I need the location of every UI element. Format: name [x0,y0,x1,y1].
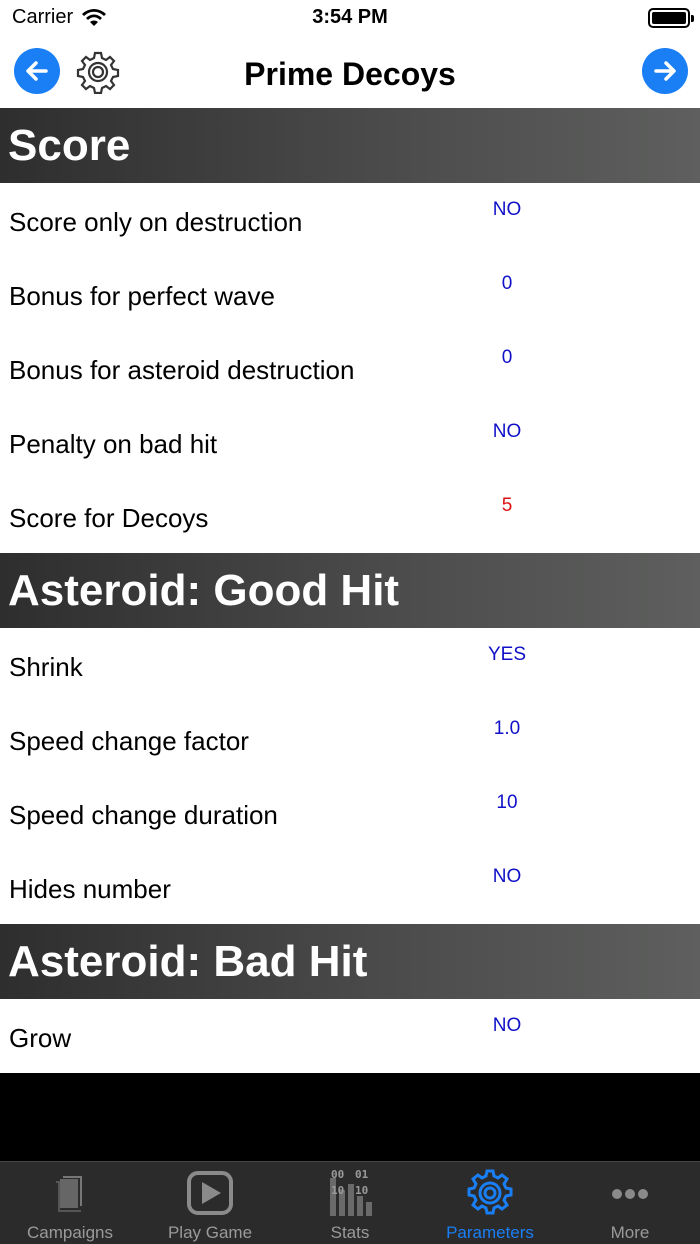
parameter-value[interactable]: 5 [456,495,558,517]
parameter-value[interactable]: NO [456,1015,558,1037]
campaigns-icon [56,1176,82,1212]
parameter-value[interactable]: 0 [456,347,558,369]
section-asteroid-good-hit: Asteroid: Good Hit Shrink YES Speed chan… [0,553,700,924]
section-header: Asteroid: Good Hit [0,553,700,628]
more-icon [612,1189,648,1199]
parameters-list[interactable]: Score Score only on destruction NO Bonus… [0,108,700,1073]
tab-label: Parameters [446,1223,534,1242]
parameter-row[interactable]: Bonus for perfect wave 0 [0,257,700,331]
parameter-value[interactable]: NO [456,421,558,443]
parameter-row[interactable]: Score for Decoys 5 [0,479,700,553]
parameter-value[interactable]: YES [456,644,558,666]
tab-bar: Campaigns Play Game 00 01 10 10 Stats Pa… [0,1161,700,1244]
svg-text:10: 10 [355,1184,368,1197]
svg-text:00: 00 [331,1168,344,1181]
tab-campaigns[interactable]: Campaigns [0,1162,140,1244]
tab-label: Play Game [167,1223,253,1242]
tab-label: Campaigns [27,1223,113,1242]
forward-button[interactable] [642,48,688,94]
parameter-row[interactable]: Speed change duration 10 [0,776,700,850]
battery-icon [648,8,694,28]
parameter-label: Grow [9,1023,72,1053]
tab-more[interactable]: More [560,1162,700,1244]
parameter-label: Shrink [9,652,83,682]
tab-parameters[interactable]: Parameters [420,1162,560,1244]
parameter-row[interactable]: Bonus for asteroid destruction 0 [0,331,700,405]
parameter-label: Speed change duration [9,800,278,830]
parameter-label: Bonus for perfect wave [9,281,275,311]
parameter-value[interactable]: 0 [456,273,558,295]
svg-text:01: 01 [355,1168,369,1181]
parameter-value[interactable]: 10 [456,792,558,814]
parameter-row[interactable]: Shrink YES [0,628,700,702]
parameter-label: Score only on destruction [9,207,303,237]
parameter-label: Bonus for asteroid destruction [9,355,355,385]
parameter-row[interactable]: Penalty on bad hit NO [0,405,700,479]
navigation-bar: Prime Decoys [0,36,700,108]
parameter-row[interactable]: Speed change factor 1.0 [0,702,700,776]
arrow-right-icon [654,61,676,81]
tab-play-game[interactable]: Play Game [140,1162,280,1244]
page-title: Prime Decoys [244,56,456,92]
parameter-row[interactable]: Grow NO [0,999,700,1073]
section-asteroid-bad-hit: Asteroid: Bad Hit Grow NO [0,924,700,1073]
tab-label: More [610,1223,650,1242]
parameter-label: Speed change factor [9,726,249,756]
parameter-label: Hides number [9,874,171,904]
tab-stats[interactable]: 00 01 10 10 Stats [280,1162,420,1244]
svg-text:10: 10 [331,1184,344,1197]
section-header: Score [0,108,700,183]
play-icon [187,1171,233,1215]
tab-label: Stats [330,1223,370,1242]
stats-icon: 00 01 10 10 [330,1168,372,1216]
parameter-label: Score for Decoys [9,503,209,533]
section-header: Asteroid: Bad Hit [0,924,700,999]
parameter-value[interactable]: NO [456,199,558,221]
status-bar: Carrier 3:54 PM [0,0,700,36]
parameter-value[interactable]: 1.0 [456,718,558,740]
status-time: 3:54 PM [312,6,388,28]
parameter-label: Penalty on bad hit [9,429,218,459]
section-score: Score Score only on destruction NO Bonus… [0,108,700,553]
parameter-row[interactable]: Hides number NO [0,850,700,924]
parameter-row[interactable]: Score only on destruction NO [0,183,700,257]
gear-icon [467,1169,513,1215]
parameter-value[interactable]: NO [456,866,558,888]
